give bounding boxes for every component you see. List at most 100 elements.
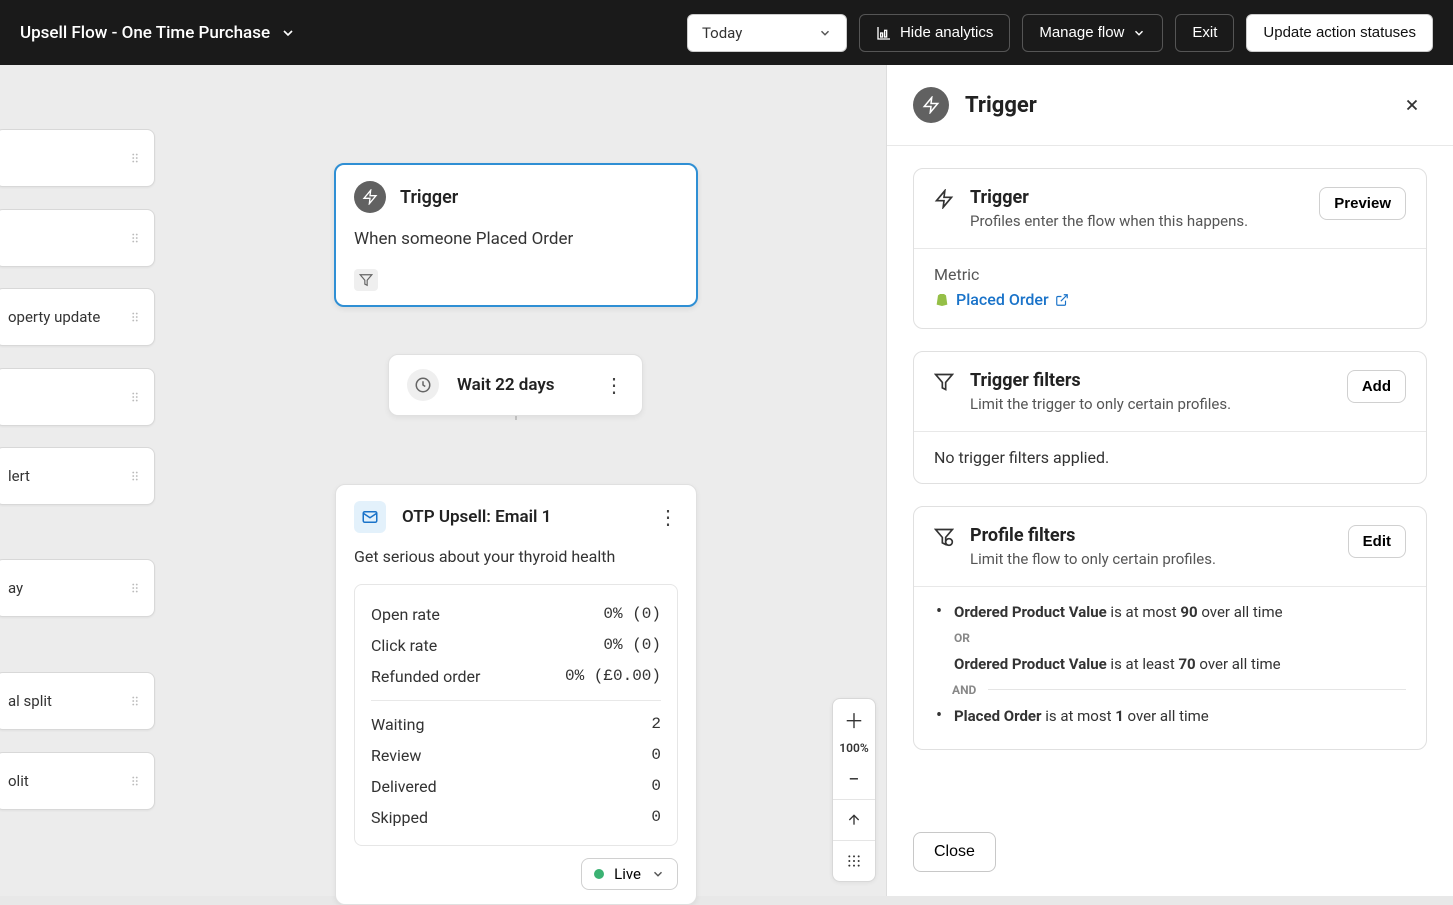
external-link-icon — [1055, 293, 1069, 307]
chevron-down-icon — [818, 26, 832, 40]
drag-handle-icon[interactable] — [128, 390, 142, 404]
chevron-down-icon — [280, 25, 296, 41]
stat-value: 0% (£0.00) — [565, 667, 661, 686]
panel-close-button[interactable] — [1397, 90, 1427, 120]
section-subtitle: Profiles enter the flow when this happen… — [970, 212, 1305, 230]
palette-label: al split — [8, 692, 52, 710]
bolt-icon — [354, 181, 386, 213]
email-card-menu-button[interactable]: ⋮ — [658, 507, 678, 527]
manage-flow-label: Manage flow — [1039, 24, 1124, 41]
flow-name-dropdown[interactable]: Upsell Flow - One Time Purchase — [20, 23, 296, 43]
palette-label: lert — [8, 467, 30, 485]
profile-filter-icon — [934, 525, 956, 547]
email-status-select[interactable]: Live — [581, 858, 678, 890]
section-subtitle: Limit the flow to only certain profiles. — [970, 550, 1334, 568]
stat-value: 2 — [651, 715, 661, 734]
hide-analytics-button[interactable]: Hide analytics — [859, 14, 1010, 52]
close-label: Close — [934, 843, 975, 860]
drag-handle-icon[interactable] — [128, 231, 142, 245]
stat-label: Skipped — [371, 808, 428, 827]
wait-card-menu-button[interactable]: ⋮ — [604, 375, 624, 395]
stat-row: Click rate0% (0) — [371, 630, 661, 661]
zoom-controls: ＋ 100% − — [832, 698, 876, 882]
bolt-icon — [934, 187, 956, 209]
trigger-card-title: Trigger — [400, 187, 458, 208]
date-range-select[interactable]: Today — [687, 14, 847, 52]
stat-label: Open rate — [371, 605, 440, 624]
stat-row: Delivered0 — [371, 771, 661, 802]
edit-filters-button[interactable]: Edit — [1348, 525, 1406, 558]
palette-card[interactable]: lert — [0, 447, 155, 505]
profile-filter-rules-2: Placed Order is at most 1 over all time — [934, 707, 1406, 725]
email-status-label: Live — [614, 865, 641, 883]
trigger-section: Trigger Profiles enter the flow when thi… — [913, 168, 1427, 329]
palette-card[interactable] — [0, 368, 155, 426]
profile-filters-section: Profile filters Limit the flow to only c… — [913, 506, 1427, 750]
hide-analytics-label: Hide analytics — [900, 24, 993, 41]
section-title: Trigger — [970, 187, 1305, 208]
drag-handle-icon[interactable] — [128, 151, 142, 165]
update-action-statuses-label: Update action statuses — [1263, 24, 1416, 41]
drag-handle-icon[interactable] — [128, 774, 142, 788]
trigger-filters-empty: No trigger filters applied. — [914, 431, 1426, 483]
stat-value: 0 — [651, 746, 661, 765]
email-card-title: OTP Upsell: Email 1 — [402, 507, 642, 527]
section-title: Trigger filters — [970, 370, 1333, 391]
stat-value: 0% (0) — [603, 605, 661, 624]
stat-row: Skipped 0 — [371, 802, 661, 833]
palette-label: operty update — [8, 308, 100, 326]
stat-label: Review — [371, 746, 421, 765]
add-filter-button[interactable]: Add — [1347, 370, 1406, 403]
palette-card[interactable]: ay — [0, 559, 155, 617]
palette-card[interactable]: olit — [0, 752, 155, 810]
drag-handle-icon[interactable] — [128, 581, 142, 595]
filter-and: AND — [952, 683, 976, 697]
metric-link[interactable]: Placed Order — [934, 290, 1069, 309]
email-card[interactable]: OTP Upsell: Email 1 ⋮ Get serious about … — [335, 484, 697, 905]
chevron-down-icon — [1132, 26, 1146, 40]
add-label: Add — [1362, 378, 1391, 395]
wait-card[interactable]: Wait 22 days ⋮ — [388, 354, 643, 416]
palette-card[interactable]: operty update — [0, 288, 155, 346]
update-action-statuses-button[interactable]: Update action statuses — [1246, 14, 1433, 52]
stat-label: Refunded order — [371, 667, 480, 686]
panel-close-footer-button[interactable]: Close — [913, 832, 996, 872]
chart-icon — [876, 25, 892, 41]
date-range-value: Today — [702, 24, 742, 42]
status-dot-icon — [594, 869, 604, 879]
palette-card[interactable] — [0, 129, 155, 187]
palette-card[interactable] — [0, 209, 155, 267]
stat-label: Waiting — [371, 715, 424, 734]
panel-title: Trigger — [965, 93, 1381, 118]
panel-header: Trigger — [887, 65, 1453, 146]
drag-handle-icon[interactable] — [128, 310, 142, 324]
manage-flow-button[interactable]: Manage flow — [1022, 14, 1163, 52]
section-subtitle: Limit the trigger to only certain profil… — [970, 395, 1333, 413]
stat-value: 0 — [651, 808, 661, 827]
zoom-grid-button[interactable] — [833, 841, 875, 881]
metric-link-text: Placed Order — [956, 290, 1049, 309]
zoom-out-button[interactable]: − — [833, 759, 875, 799]
profile-filter-rules: Ordered Product Value is at most 90 over… — [934, 603, 1406, 673]
exit-button[interactable]: Exit — [1175, 14, 1234, 52]
filter-rule: Placed Order is at most 1 over all time — [936, 707, 1406, 725]
zoom-in-button[interactable]: ＋ — [833, 699, 875, 739]
filter-rule: Ordered Product Value is at most 90 over… — [936, 603, 1406, 673]
zoom-fit-button[interactable] — [833, 800, 875, 840]
trigger-filters-section: Trigger filters Limit the trigger to onl… — [913, 351, 1427, 484]
palette-card[interactable]: al split — [0, 672, 155, 730]
shopify-icon — [934, 292, 950, 308]
stat-row: Review 0 — [371, 740, 661, 771]
drag-handle-icon[interactable] — [128, 469, 142, 483]
close-icon — [1403, 96, 1421, 114]
filter-or: OR — [954, 631, 970, 645]
email-subject: Get serious about your thyroid health — [354, 547, 678, 566]
side-panel: Trigger Trigger Profiles enter the flow … — [886, 65, 1453, 896]
email-stats: Open rate 0% (0) Click rate0% (0) Refunded … — [354, 584, 678, 846]
preview-button[interactable]: Preview — [1319, 187, 1406, 220]
chevron-down-icon — [651, 867, 665, 881]
wait-card-title: Wait 22 days — [457, 375, 586, 395]
trigger-card[interactable]: Trigger When someone Placed Order — [334, 163, 698, 307]
drag-handle-icon[interactable] — [128, 694, 142, 708]
stat-label: Click rate — [371, 636, 437, 655]
